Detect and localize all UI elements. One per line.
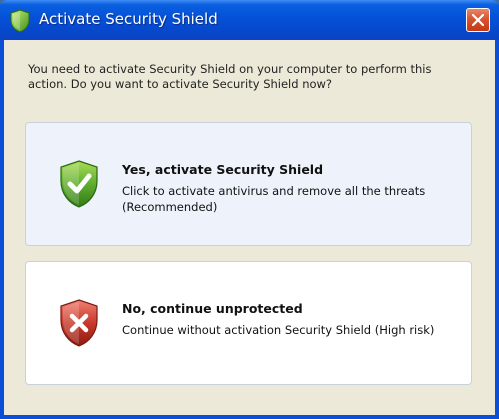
dialog-window: Activate Security Shield You need to act… [0,0,499,419]
activate-option-description: Click to activate antivirus and remove a… [122,184,426,214]
dialog-body: You need to activate Security Shield on … [4,40,495,415]
dialog-message: You need to activate Security Shield on … [28,62,432,91]
continue-option-description: Continue without activation Security Shi… [122,323,435,337]
activate-option-title: Yes, activate Security Shield [122,162,324,177]
continue-option-title: No, continue unprotected [122,301,303,316]
continue-unprotected-option-button[interactable]: No, continue unprotected Continue withou… [25,261,472,385]
close-icon [472,14,484,26]
red-shield-x-icon [60,299,98,347]
activate-option-button[interactable]: Yes, activate Security Shield Click to a… [25,122,472,246]
close-button[interactable] [466,8,490,32]
green-shield-check-icon [60,160,98,208]
shield-icon [10,9,30,33]
window-title: Activate Security Shield [39,10,218,28]
title-bar[interactable]: Activate Security Shield [0,0,499,40]
